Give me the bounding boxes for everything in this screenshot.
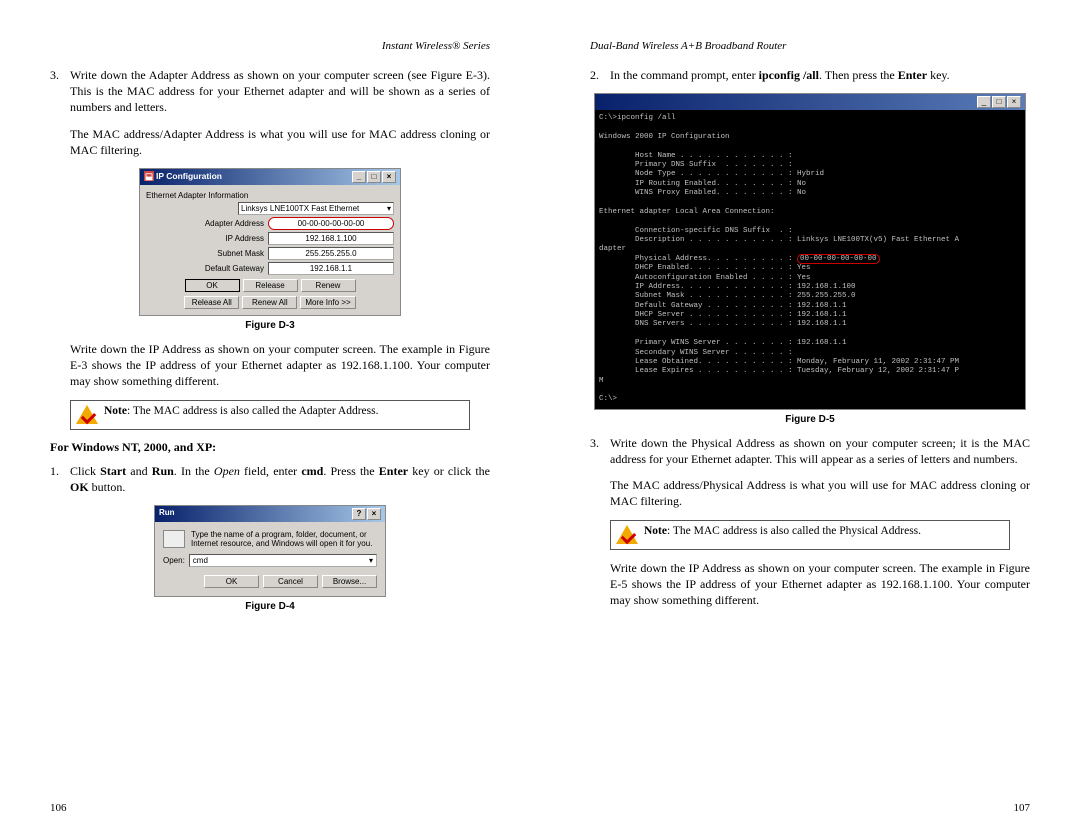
header-right: Dual-Band Wireless A+B Broadband Router <box>590 40 1030 52</box>
page-left: Instant Wireless® Series 3. Write down t… <box>0 0 540 834</box>
warning-icon <box>616 524 638 546</box>
close-icon[interactable]: × <box>367 508 381 520</box>
para-after-d3: Write down the IP Address as shown on yo… <box>70 341 490 390</box>
d3-gateway-value: 192.168.1.1 <box>268 262 394 275</box>
d4-caption: Figure D-4 <box>50 601 490 612</box>
list-item-3: 3. Write down the Adapter Address as sho… <box>50 67 490 116</box>
para-after-right: Write down the IP Address as shown on yo… <box>610 560 1030 609</box>
ok-button[interactable]: OK <box>185 279 240 292</box>
minimize-icon[interactable]: _ <box>352 171 366 183</box>
close-icon[interactable]: × <box>1007 96 1021 108</box>
d3-ip-label: IP Address <box>225 234 264 243</box>
cmd-physical-address: 00-00-00-00-00-00 <box>797 254 880 264</box>
d3-adapter-address-value: 00-00-00-00-00-00 <box>268 217 394 230</box>
maximize-icon[interactable]: □ <box>992 96 1006 108</box>
d3-title-icon: ⬓ <box>144 171 154 181</box>
section-winnt: For Windows NT, 2000, and XP: <box>50 440 490 455</box>
d3-adapter-dropdown[interactable]: Linksys LNE100TX Fast Ethernet▾ <box>238 202 394 215</box>
maximize-icon[interactable]: □ <box>367 171 381 183</box>
chevron-down-icon: ▾ <box>387 204 391 213</box>
d3-titlebar: ⬓IP Configuration _ □ × <box>140 169 400 185</box>
renew-all-button[interactable]: Renew All <box>242 296 297 309</box>
para-mac-use: The MAC address/Adapter Address is what … <box>70 126 490 158</box>
d4-description: Type the name of a program, folder, docu… <box>191 530 377 548</box>
header-left: Instant Wireless® Series <box>50 40 490 52</box>
d3-gateway-label: Default Gateway <box>205 264 264 273</box>
list-item-2-right: 2. In the command prompt, enter ipconfig… <box>590 67 1030 83</box>
list-item-1-nt: 1. Click Start and Run. In the Open fiel… <box>50 463 490 495</box>
figure-d3-dialog: ⬓IP Configuration _ □ × Ethernet Adapter… <box>139 168 401 316</box>
d4-open-label: Open: <box>163 556 185 565</box>
browse-button[interactable]: Browse... <box>322 575 377 588</box>
chevron-down-icon: ▾ <box>369 556 373 565</box>
note-box-1: Note: The MAC address is also called the… <box>70 400 470 430</box>
close-icon[interactable]: × <box>382 171 396 183</box>
d3-adapter-address-label: Adapter Address <box>205 219 264 228</box>
warning-icon <box>76 404 98 426</box>
d4-open-field[interactable]: cmd▾ <box>189 554 377 567</box>
d3-caption: Figure D-3 <box>50 320 490 331</box>
d4-titlebar: Run ? × <box>155 506 385 522</box>
help-icon[interactable]: ? <box>352 508 366 520</box>
more-info-button[interactable]: More Info >> <box>300 296 355 309</box>
d3-group-label: Ethernet Adapter Information <box>146 189 394 202</box>
minimize-icon[interactable]: _ <box>977 96 991 108</box>
run-icon <box>163 530 185 548</box>
page-number-left: 106 <box>50 802 67 814</box>
ok-button[interactable]: OK <box>204 575 259 588</box>
d3-ip-value: 192.168.1.100 <box>268 232 394 245</box>
release-button[interactable]: Release <box>243 279 298 292</box>
page-right: Dual-Band Wireless A+B Broadband Router … <box>540 0 1080 834</box>
d3-subnet-value: 255.255.255.0 <box>268 247 394 260</box>
figure-d5-cmd: _ □ × C:\>ipconfig /all Windows 2000 IP … <box>594 93 1026 410</box>
list-item-3-right: 3. Write down the Physical Address as sh… <box>590 435 1030 467</box>
cmd-output: C:\>ipconfig /all Windows 2000 IP Config… <box>595 110 1025 409</box>
d5-titlebar: _ □ × <box>595 94 1025 110</box>
d3-subnet-label: Subnet Mask <box>217 249 264 258</box>
figure-d4-dialog: Run ? × Type the name of a program, fold… <box>154 505 386 597</box>
note-box-2: Note: The MAC address is also called the… <box>610 520 1010 550</box>
cancel-button[interactable]: Cancel <box>263 575 318 588</box>
renew-button[interactable]: Renew <box>301 279 356 292</box>
release-all-button[interactable]: Release All <box>184 296 239 309</box>
d5-caption: Figure D-5 <box>590 414 1030 425</box>
para-mac-use-right: The MAC address/Physical Address is what… <box>610 477 1030 509</box>
page-number-right: 107 <box>1014 802 1031 814</box>
